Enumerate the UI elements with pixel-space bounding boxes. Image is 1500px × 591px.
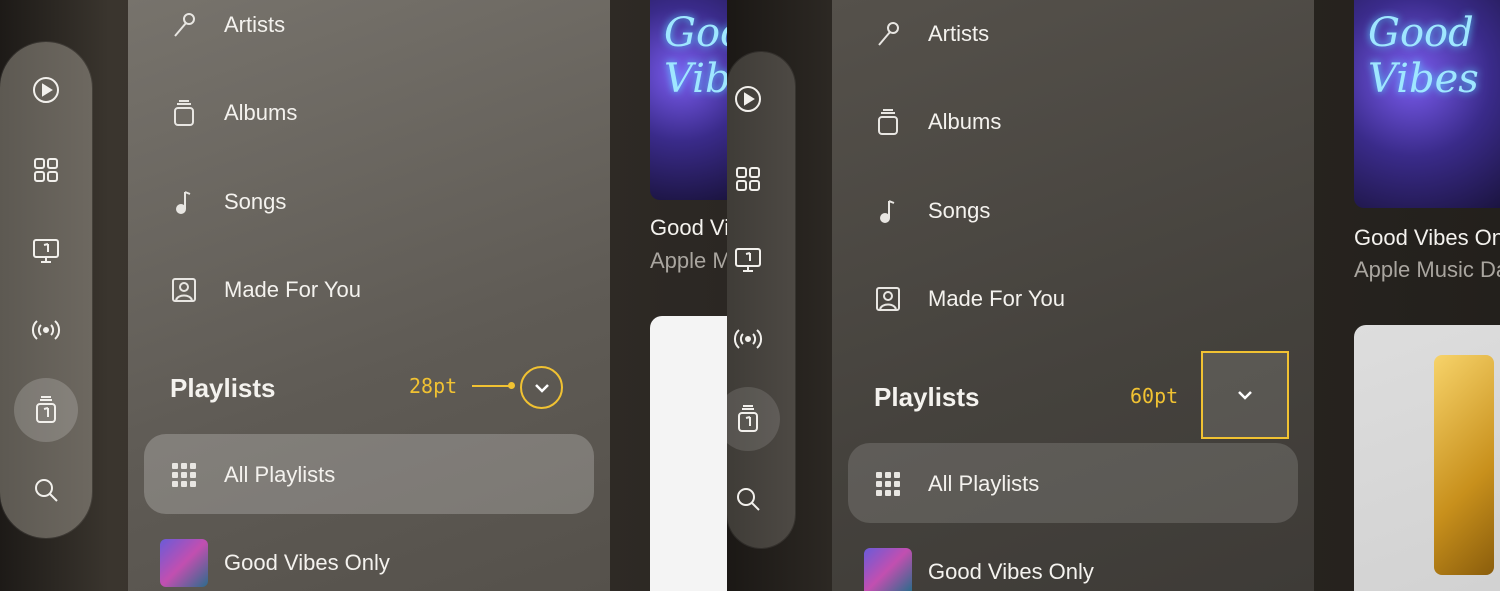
tab-bar <box>727 52 795 548</box>
playlist-label: Good Vibes Only <box>928 559 1094 584</box>
sidebar-item-label: All Playlists <box>224 462 336 487</box>
chevron-down-icon <box>534 383 549 393</box>
person-square-icon <box>172 278 196 302</box>
sidebar-item-made-for-you[interactable]: Made For You <box>832 269 1314 329</box>
grid-icon <box>34 158 58 182</box>
albums-icon <box>174 100 194 126</box>
radio-icon <box>733 329 763 349</box>
tab-listen-now[interactable] <box>14 58 78 122</box>
sidebar-item-all-playlists[interactable]: All Playlists <box>128 445 610 505</box>
search-icon <box>35 479 58 502</box>
sidebar-item-label: All Playlists <box>928 471 1040 496</box>
sidebar-item-label: Songs <box>224 189 287 214</box>
playlist-artwork <box>160 539 208 587</box>
tab-library[interactable] <box>727 387 780 451</box>
content-area: Good Vibes Good Vibes Only Apple Music D… <box>610 0 727 591</box>
comparison-panel-28pt: Artists Albums Songs Made For You Playli… <box>0 0 727 591</box>
tab-search[interactable] <box>14 458 78 522</box>
sidebar-item-artists[interactable]: Artists <box>128 0 610 55</box>
album-subtitle: Apple Music Dance <box>650 248 727 273</box>
tab-radio[interactable] <box>727 307 780 371</box>
comparison-panel-60pt: Artists Albums Songs Made For You Playli… <box>727 0 1500 591</box>
microphone-icon <box>174 13 195 37</box>
size-annotation-label: 28pt <box>409 374 458 398</box>
tab-browse[interactable] <box>727 147 780 211</box>
sidebar-item-artists[interactable]: Artists <box>832 4 1314 64</box>
play-icon <box>33 77 59 103</box>
gold-bar-image <box>1434 355 1494 575</box>
sidebar: Artists Albums Songs Made For You Playli… <box>832 0 1314 591</box>
playlist-artwork <box>864 548 912 591</box>
tab-browse[interactable] <box>14 138 78 202</box>
grid-dots-icon <box>876 472 900 496</box>
sidebar-item-label: Made For You <box>928 286 1065 311</box>
album-subtitle: Apple Music Dance <box>1354 257 1500 282</box>
sidebar-item-songs[interactable]: Songs <box>832 181 1314 241</box>
search-icon <box>737 488 760 511</box>
tab-radio[interactable] <box>14 298 78 362</box>
sidebar: Artists Albums Songs Made For You Playli… <box>128 0 610 591</box>
tab-library[interactable] <box>14 378 78 442</box>
sidebar-item-albums[interactable]: Albums <box>832 92 1314 152</box>
tab-videos[interactable] <box>14 218 78 282</box>
annotation-leader-line <box>472 382 515 389</box>
music-note-icon <box>880 200 895 223</box>
size-annotation-label: 60pt <box>1130 384 1179 408</box>
sidebar-item-label: Made For You <box>224 277 361 302</box>
content-area: Good Vibes Good Vibes Only Apple Music D… <box>1313 0 1500 591</box>
content-card[interactable] <box>650 316 727 591</box>
playlists-heading: Playlists <box>874 382 980 412</box>
collapse-playlists-button[interactable] <box>520 366 563 409</box>
radio-icon <box>31 320 61 340</box>
album-title: Good Vibes Only <box>650 215 727 240</box>
albums-icon <box>878 109 898 135</box>
sidebar-item-made-for-you[interactable]: Made For You <box>128 260 610 320</box>
person-square-icon <box>876 287 900 311</box>
playlist-label: Good Vibes Only <box>224 550 390 575</box>
tab-listen-now[interactable] <box>727 67 780 131</box>
playlist-item[interactable]: Good Vibes Only <box>832 548 1314 591</box>
tab-videos[interactable] <box>727 227 780 291</box>
sidebar-item-albums[interactable]: Albums <box>128 83 610 143</box>
playlists-heading: Playlists <box>170 373 276 403</box>
sidebar-item-label: Albums <box>928 109 1002 134</box>
sidebar-item-label: Artists <box>928 21 990 46</box>
grid-dots-icon <box>172 463 196 487</box>
grid-icon <box>736 167 760 191</box>
sidebar-item-label: Songs <box>928 198 991 223</box>
sidebar-item-label: Artists <box>224 12 286 37</box>
album-artwork[interactable]: Good Vibes <box>1354 0 1500 208</box>
content-card[interactable] <box>1354 325 1500 591</box>
tab-search[interactable] <box>727 467 780 531</box>
music-video-icon <box>735 248 761 272</box>
play-icon <box>735 86 761 112</box>
library-icon <box>738 405 758 432</box>
sidebar-item-label: Albums <box>224 100 298 125</box>
collapse-playlists-button[interactable] <box>1201 351 1289 439</box>
sidebar-item-songs[interactable]: Songs <box>128 172 610 232</box>
sidebar-item-all-playlists[interactable]: All Playlists <box>832 454 1314 514</box>
playlist-item[interactable]: Good Vibes Only <box>128 539 610 587</box>
microphone-icon <box>878 22 899 46</box>
music-video-icon <box>33 239 59 263</box>
music-note-icon <box>176 191 191 214</box>
chevron-down-icon <box>1238 391 1252 400</box>
library-icon <box>36 396 56 423</box>
tab-bar <box>0 42 92 538</box>
album-artwork[interactable]: Good Vibes <box>650 0 727 200</box>
album-title: Good Vibes Only <box>1354 225 1500 250</box>
